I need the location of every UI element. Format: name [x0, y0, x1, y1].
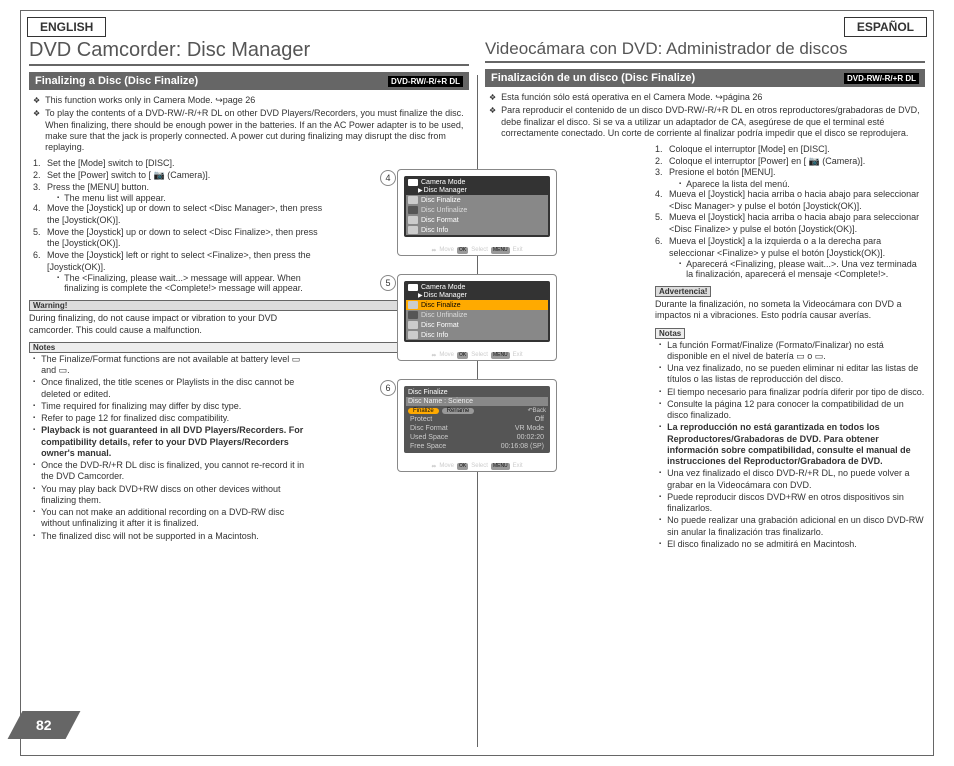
intro-1-es: Esta función sólo está operativa en el C… [501, 92, 762, 103]
intro-1-en: This function works only in Camera Mode.… [45, 95, 255, 106]
step2-en: Set the [Power] switch to [ 📷 (Camera)]. [47, 170, 210, 182]
disc-type-badge-es: DVD-RW/-R/+R DL [844, 73, 919, 84]
step6sub-en: The <Finalizing, please wait...> message… [64, 273, 323, 293]
note4-en: Refer to page 12 for finalized disc comp… [41, 413, 229, 424]
note3-es: El tiempo necesario para finalizar podrí… [667, 387, 924, 398]
osd-stack: 4 Camera Mode Disc Manager Disc Finalize… [397, 169, 557, 472]
note6-es: Una vez finalizado el disco DVD-R/+R DL,… [667, 468, 925, 491]
osd-item-info: Disc Info [421, 227, 448, 234]
step5-en: Move the [Joystick] up or down to select… [47, 227, 323, 250]
callout-6: 6 [380, 380, 396, 396]
lang-spanish: ESPAÑOL [844, 17, 927, 37]
warning-text-en: During finalizing, do not cause impact o… [29, 313, 309, 336]
osd-screen-6: 6 Disc Finalize Disc Name : Science Fina… [397, 379, 557, 472]
intro-2-en: To play the contents of a DVD-RW/-R/+R D… [45, 108, 469, 153]
section-bar-en: Finalizing a Disc (Disc Finalize) DVD-RW… [29, 72, 469, 90]
note1-es: La función Format/Finalize (Formato/Fina… [667, 340, 925, 363]
language-header: ENGLISH ESPAÑOL [21, 11, 933, 39]
step1-es: Coloque el interruptor [Mode] en [DISC]. [669, 144, 830, 156]
osd-disc-name: Disc Name : Science [406, 397, 548, 406]
step6sub-es: Aparecerá <Finalizing, please wait...>. … [686, 259, 925, 279]
note4-es: Consulte la página 12 para conocer la co… [667, 399, 925, 422]
note8-en: You can not make an additional recording… [41, 507, 313, 530]
step3-en: Press the [MENU] button. [47, 182, 149, 194]
page-number-flag: 82 [15, 711, 73, 739]
section-bar-es: Finalización de un disco (Disc Finalize)… [485, 69, 925, 87]
osd-screen-4: 4 Camera Mode Disc Manager Disc Finalize… [397, 169, 557, 256]
section-title-en: Finalizing a Disc (Disc Finalize) [35, 75, 198, 87]
osd-finalize-head: Disc Finalize [406, 388, 548, 397]
osd-btn-rename: Rename [442, 408, 475, 414]
lang-english: ENGLISH [27, 17, 106, 37]
step3-es: Presione el botón [MENU]. [669, 167, 776, 179]
page-number: 82 [36, 717, 52, 733]
osd-screen-5: 5 Camera Mode Disc Manager Disc Finalize… [397, 274, 557, 361]
osd-item-unfinalize: Disc Unfinalize [421, 207, 467, 214]
step2-es: Coloque el interruptor [Power] en [ 📷 (C… [669, 156, 865, 168]
note2-en: Once finalized, the title scenes or Play… [41, 377, 313, 400]
osd-heading: Disc Manager [406, 187, 548, 195]
note1-en: The Finalize/Format functions are not av… [41, 354, 313, 377]
note6-en: Once the DVD-R/+R DL disc is finalized, … [41, 460, 313, 483]
osd-btn-finalize: Finalize [408, 408, 439, 414]
page-title-es: Videocámara con DVD: Administrador de di… [485, 39, 925, 63]
osd-item-finalize: Disc Finalize [421, 197, 461, 204]
manual-page: ENGLISH ESPAÑOL DVD Camcorder: Disc Mana… [20, 10, 934, 756]
note2-es: Una vez finalizado, no se pueden elimina… [667, 363, 925, 386]
camera-icon [408, 179, 418, 186]
warning-text-es: Durante la finalización, no someta la Vi… [655, 299, 925, 322]
intro-2-es: Para reproducir el contenido de un disco… [501, 105, 925, 139]
note9-en: The finalized disc will not be supported… [41, 531, 259, 542]
note7-es: Puede reproducir discos DVD+RW en otros … [667, 492, 925, 515]
osd-item-format: Disc Format [421, 217, 459, 224]
note9-es: El disco finalizado no se admitirá en Ma… [667, 539, 857, 550]
step3sub-en: The menu list will appear. [64, 193, 166, 203]
note3-en: Time required for finalizing may differ … [41, 401, 241, 412]
step4-es: Mueva el [Joystick] hacia arriba o hacia… [669, 189, 925, 212]
step3sub-es: Aparece la lista del menú. [686, 179, 790, 189]
camera-icon [408, 284, 418, 291]
note5-es: La reproducción no está garantizada en t… [667, 422, 911, 466]
warning-label-es: Advertencia! [655, 286, 711, 297]
step1-en: Set the [Mode] switch to [DISC]. [47, 158, 175, 170]
note8-es: No puede realizar una grabación adiciona… [667, 515, 925, 538]
osd-btn-back: ↶Back [528, 407, 546, 414]
step6-es: Mueva el [Joystick] a la izquierda o a l… [669, 236, 925, 259]
note5-en: Playback is not guaranteed in all DVD Pl… [41, 425, 303, 458]
disc-type-badge: DVD-RW/-R/+R DL [388, 76, 463, 87]
section-title-es: Finalización de un disco (Disc Finalize) [491, 72, 695, 84]
step4-en: Move the [Joystick] up or down to select… [47, 203, 323, 226]
step5-es: Mueva el [Joystick] hacia arriba o hacia… [669, 212, 925, 235]
notes-label-es: Notas [655, 328, 685, 339]
page-title-en: DVD Camcorder: Disc Manager [29, 39, 469, 66]
callout-4: 4 [380, 170, 396, 186]
callout-5: 5 [380, 275, 396, 291]
note7-en: You may play back DVD+RW discs on other … [41, 484, 313, 507]
step6-en: Move the [Joystick] left or right to sel… [47, 250, 323, 273]
